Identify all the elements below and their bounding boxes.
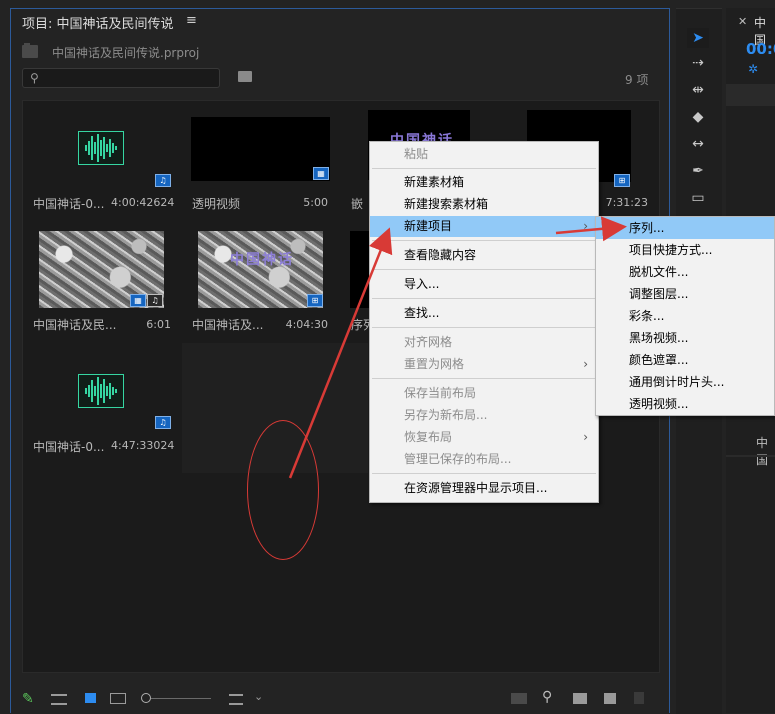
annotation-arrow-to-sequence	[555, 216, 627, 242]
annotation-arrow-to-new-item	[288, 227, 393, 479]
annotation-arrows	[288, 216, 627, 479]
